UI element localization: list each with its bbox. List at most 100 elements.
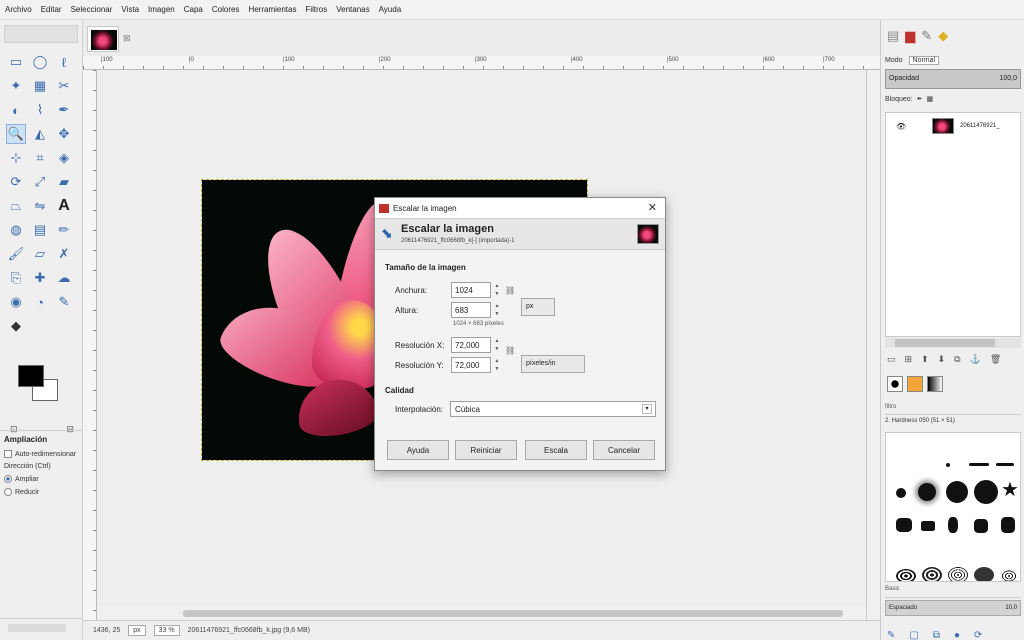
measure-icon[interactable]: ◭ xyxy=(30,124,50,144)
close-tab-icon[interactable]: ⊠ xyxy=(123,33,131,44)
delete-brush-icon[interactable]: ● xyxy=(954,630,960,640)
fuzzy-select-icon[interactable]: ✦ xyxy=(6,76,26,96)
ink-icon[interactable]: ✎ xyxy=(54,292,74,312)
raise-layer-icon[interactable]: ⬆ xyxy=(921,354,929,365)
pencil-icon[interactable]: ✏ xyxy=(54,220,74,240)
brush-item[interactable] xyxy=(974,519,988,533)
brush-item[interactable] xyxy=(948,567,968,581)
unified-transform-icon[interactable]: ◈ xyxy=(54,148,74,168)
layer-row[interactable]: 👁 20611476921_ xyxy=(886,115,1020,137)
new-brush-icon[interactable]: ▢ xyxy=(909,630,918,640)
menu-seleccionar[interactable]: Seleccionar xyxy=(71,5,113,14)
xres-spinner[interactable]: ▲ ▼ xyxy=(494,337,500,353)
opacity-slider[interactable]: Opacidad 100,0 xyxy=(885,69,1021,89)
cancel-button[interactable]: Cancelar xyxy=(593,440,655,460)
brush-item[interactable] xyxy=(996,463,1014,466)
chain-link-icon[interactable]: ⛓ xyxy=(505,286,515,295)
channels-tab-icon[interactable]: ▆ xyxy=(905,28,915,44)
dodge-burn-icon[interactable]: ◔ xyxy=(30,292,50,312)
scissors-icon[interactable]: ✂ xyxy=(54,76,74,96)
interpolation-dropdown[interactable]: Cúbica ▾ xyxy=(450,401,656,417)
crop-icon[interactable]: ⌗ xyxy=(30,148,50,168)
brush-item[interactable] xyxy=(896,518,912,532)
color-select-icon[interactable]: ▦ xyxy=(30,76,50,96)
mode-dropdown[interactable]: Normal xyxy=(908,55,940,65)
close-icon[interactable]: ✕ xyxy=(648,201,657,214)
height-spinner[interactable]: ▲ ▼ xyxy=(494,302,500,318)
horizontal-scrollbar[interactable] xyxy=(97,606,866,620)
brush-tag-field[interactable]: Basic xyxy=(885,586,1021,598)
menu-ayuda[interactable]: Ayuda xyxy=(379,5,402,14)
brush-item[interactable] xyxy=(969,463,989,466)
paths-icon[interactable]: ⌇ xyxy=(30,100,50,120)
color-picker-icon[interactable]: ✒ xyxy=(54,100,74,120)
clone-icon[interactable]: ⎘ xyxy=(6,268,26,288)
brush-item[interactable] xyxy=(1001,517,1015,533)
duplicate-brush-icon[interactable]: ⧉ xyxy=(933,630,940,640)
lock-pixels-icon[interactable]: ✒ xyxy=(917,95,923,103)
layers-scrollbar[interactable] xyxy=(885,338,1021,348)
visibility-eye-icon[interactable]: 👁 xyxy=(896,122,926,131)
brush-item[interactable] xyxy=(921,521,935,531)
rect-select-icon[interactable]: ▭ xyxy=(6,52,26,72)
vertical-scrollbar[interactable] xyxy=(866,70,880,620)
airbrush-icon[interactable]: ✗ xyxy=(54,244,74,264)
brushes-tab[interactable] xyxy=(887,376,903,392)
menu-capa[interactable]: Capa xyxy=(184,5,203,14)
zoom-tool-icon[interactable]: 🔍 xyxy=(6,124,26,144)
brush-item[interactable] xyxy=(922,567,942,581)
ellipse-select-icon[interactable]: ◯ xyxy=(30,52,50,72)
brush-item[interactable] xyxy=(974,567,994,581)
align-icon[interactable]: ⊹ xyxy=(6,148,26,168)
new-layer-icon[interactable]: ⊞ xyxy=(905,354,913,365)
menu-ventanas[interactable]: Ventanas xyxy=(336,5,369,14)
lower-layer-icon[interactable]: ⬇ xyxy=(938,354,946,365)
zoom-out-radio[interactable] xyxy=(4,488,12,496)
text-tool-icon[interactable]: A xyxy=(54,196,74,216)
layers-scroll-thumb[interactable] xyxy=(895,339,995,347)
foreground-select-icon[interactable]: ◐ xyxy=(6,100,26,120)
flip-icon[interactable]: ⇋ xyxy=(30,196,50,216)
toolbox-scrollbar[interactable] xyxy=(8,624,66,632)
blend-icon[interactable]: ▤ xyxy=(30,220,50,240)
menu-archivo[interactable]: Archivo xyxy=(5,5,32,14)
new-layer-group-icon[interactable]: ▭ xyxy=(887,354,896,365)
spacing-slider[interactable]: Espaciado 10,0 xyxy=(885,600,1021,616)
yres-spinner[interactable]: ▲ ▼ xyxy=(494,357,500,373)
brush-item[interactable] xyxy=(918,483,936,501)
free-select-icon[interactable]: ℓ xyxy=(54,52,74,72)
brush-item[interactable] xyxy=(946,463,950,467)
zoom-in-radio[interactable] xyxy=(4,475,12,483)
heal-icon[interactable]: ✚ xyxy=(30,268,50,288)
menu-colores[interactable]: Colores xyxy=(212,5,240,14)
reset-button[interactable]: Reiniciar xyxy=(455,440,517,460)
size-unit-dropdown[interactable]: px xyxy=(521,298,555,316)
brushes-grid[interactable]: ★ xyxy=(885,432,1021,582)
scroll-thumb[interactable] xyxy=(183,610,843,617)
layers-tab-icon[interactable]: ▤ xyxy=(887,28,899,44)
anchor-layer-icon[interactable]: ⚓ xyxy=(970,354,981,365)
undo-tab-icon[interactable]: ◆ xyxy=(938,28,948,44)
width-spinner[interactable]: ▲ ▼ xyxy=(494,282,500,298)
gradients-tab[interactable] xyxy=(927,376,943,392)
height-field[interactable]: 683 xyxy=(451,302,491,318)
rotate-icon[interactable]: ⟳ xyxy=(6,172,26,192)
brush-item[interactable] xyxy=(974,480,998,504)
path-pen-icon[interactable]: ◆ xyxy=(6,316,26,336)
smudge-icon[interactable]: ☁ xyxy=(54,268,74,288)
menu-filtros[interactable]: Filtros xyxy=(305,5,327,14)
brush-item[interactable] xyxy=(896,569,916,581)
brush-item[interactable] xyxy=(946,481,968,503)
resolution-chain-icon[interactable]: ⛓ xyxy=(505,346,515,355)
zoom-in-option[interactable]: Ampliar xyxy=(4,475,79,483)
brush-item[interactable]: ★ xyxy=(1001,480,1019,500)
auto-resize-checkbox[interactable] xyxy=(4,450,12,458)
unit-dropdown[interactable]: px xyxy=(128,625,146,636)
paths-tab-icon[interactable]: ✎ xyxy=(921,28,932,44)
zoom-dropdown[interactable]: 33 % xyxy=(153,625,180,636)
menu-vista[interactable]: Vista xyxy=(121,5,139,14)
scale-icon[interactable]: ⤢ xyxy=(30,172,50,192)
auto-resize-option[interactable]: Auto-redimensionar xyxy=(4,450,79,458)
brush-item[interactable] xyxy=(1000,569,1018,581)
refresh-brushes-icon[interactable]: ⟳ xyxy=(974,630,982,640)
